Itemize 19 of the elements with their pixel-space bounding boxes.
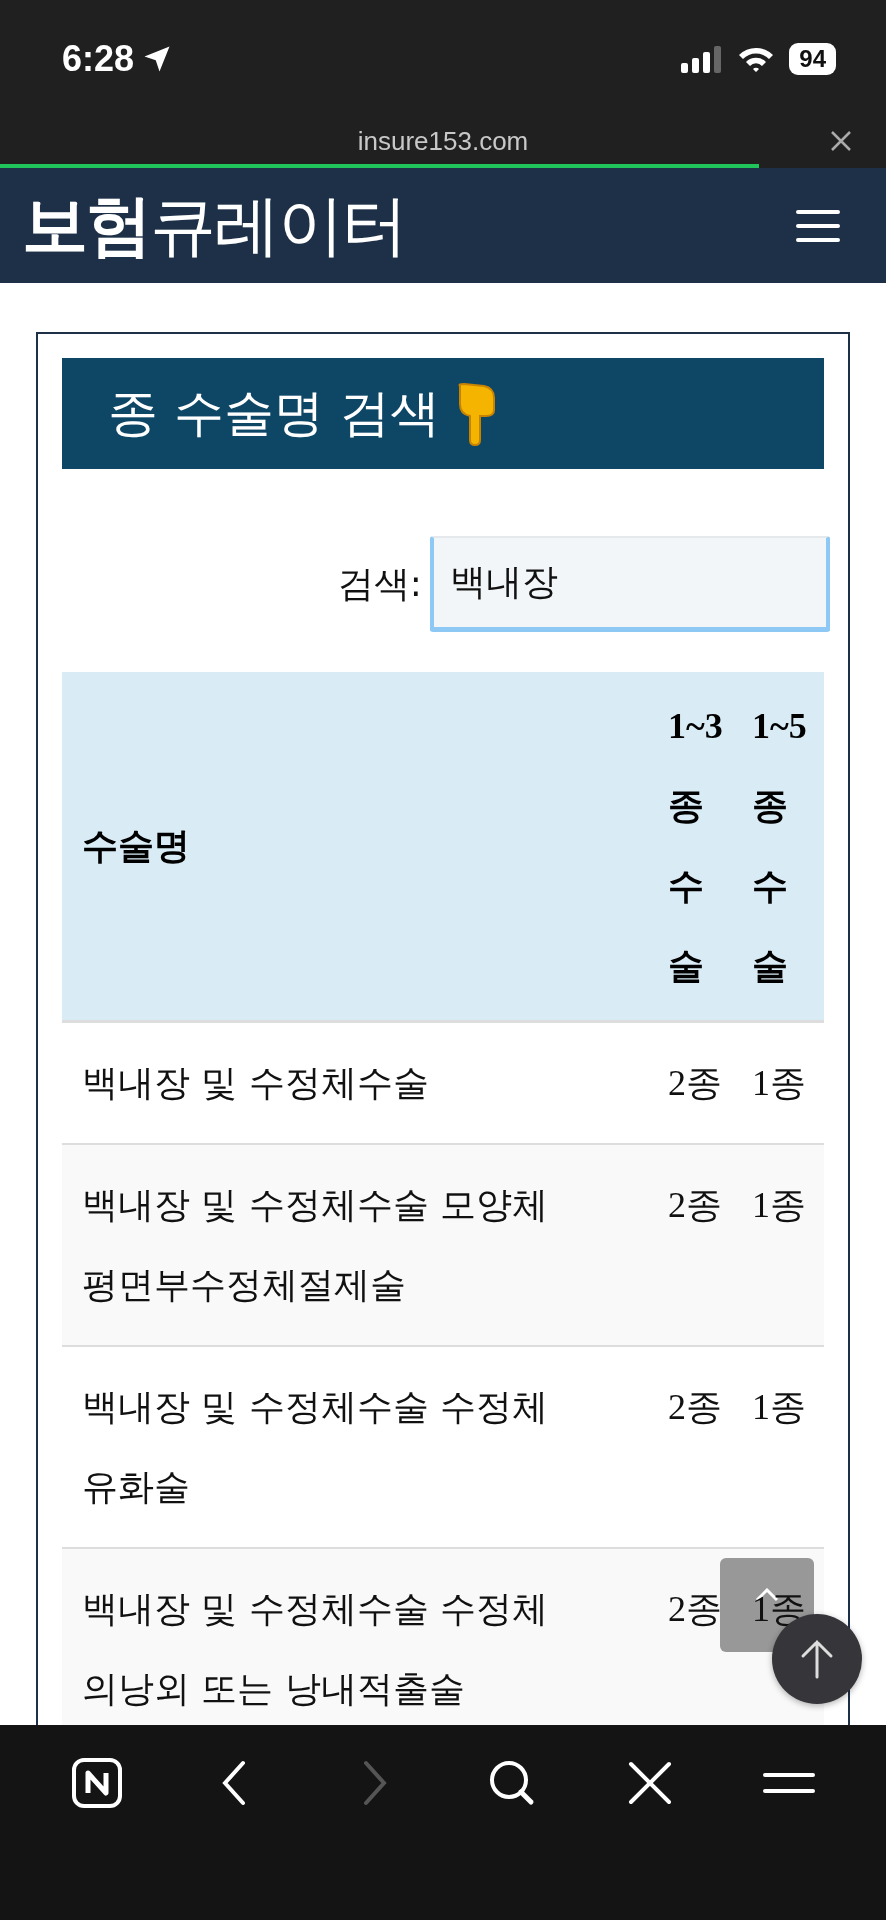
search-field[interactable]: 백내장 — [430, 536, 830, 632]
arrow-up-icon — [800, 1639, 834, 1679]
wifi-icon — [737, 45, 776, 73]
close-icon[interactable] — [830, 130, 852, 152]
section-title: 종 수술명 검색 — [108, 383, 440, 444]
search-label: 검색: — [337, 561, 422, 606]
column-header[interactable]: 수술명 — [62, 672, 656, 1022]
menu-icon[interactable] — [796, 208, 840, 243]
n-logo-icon[interactable] — [71, 1757, 124, 1809]
status-time: 6:28 — [62, 38, 135, 80]
column-header[interactable]: 1~5종 수술 — [740, 672, 824, 1022]
table-cell: 2종 — [656, 1144, 740, 1346]
column-header[interactable]: 1~3종 수술 — [656, 672, 740, 1022]
table-cell: 1종 — [740, 1144, 824, 1346]
table-cell: 백내장 및 수정체수술 모양체 평면부수정체절제술 — [62, 1144, 656, 1346]
signal-icon — [681, 45, 724, 73]
page-url: insure153.com — [357, 125, 529, 157]
battery-level: 94 — [789, 43, 836, 75]
table-cell: 백내장 및 수정체수술 수정체 의낭외 또는 낭내적출술 — [62, 1548, 656, 1725]
